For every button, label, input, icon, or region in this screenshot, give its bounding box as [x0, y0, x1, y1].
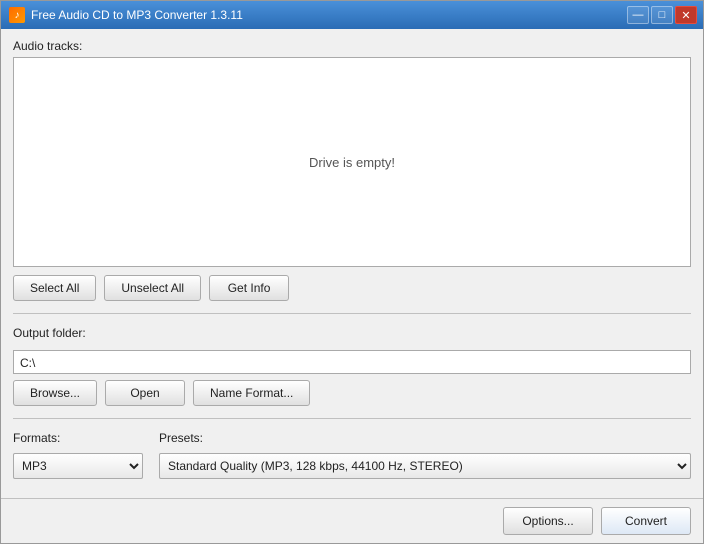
tracks-list: Drive is empty!: [13, 57, 691, 267]
formats-label: Formats:: [13, 431, 143, 445]
window-title: Free Audio CD to MP3 Converter 1.3.11: [31, 8, 243, 22]
name-format-button[interactable]: Name Format...: [193, 380, 310, 406]
presets-label: Presets:: [159, 431, 691, 445]
maximize-button[interactable]: □: [651, 6, 673, 24]
output-buttons: Browse... Open Name Format...: [13, 380, 691, 406]
formats-group: Formats: MP3 WAV OGG FLAC WMA: [13, 431, 143, 479]
formats-select[interactable]: MP3 WAV OGG FLAC WMA: [13, 453, 143, 479]
divider-2: [13, 418, 691, 419]
convert-button[interactable]: Convert: [601, 507, 691, 535]
empty-message: Drive is empty!: [309, 155, 395, 170]
get-info-button[interactable]: Get Info: [209, 275, 289, 301]
output-path-display: C:\: [13, 350, 691, 374]
options-button[interactable]: Options...: [503, 507, 593, 535]
tracks-buttons: Select All Unselect All Get Info: [13, 275, 691, 301]
minimize-button[interactable]: —: [627, 6, 649, 24]
app-icon: ♪: [9, 7, 25, 23]
title-bar-left: ♪ Free Audio CD to MP3 Converter 1.3.11: [9, 7, 243, 23]
window-controls: — □ ✕: [627, 6, 697, 24]
output-label: Output folder:: [13, 326, 691, 340]
main-window: ♪ Free Audio CD to MP3 Converter 1.3.11 …: [0, 0, 704, 544]
browse-button[interactable]: Browse...: [13, 380, 97, 406]
tracks-label: Audio tracks:: [13, 39, 691, 53]
presets-select[interactable]: Standard Quality (MP3, 128 kbps, 44100 H…: [159, 453, 691, 479]
presets-group: Presets: Standard Quality (MP3, 128 kbps…: [159, 431, 691, 479]
select-all-button[interactable]: Select All: [13, 275, 96, 301]
main-content: Audio tracks: Drive is empty! Select All…: [1, 29, 703, 498]
tracks-section: Audio tracks: Drive is empty! Select All…: [13, 39, 691, 301]
divider-1: [13, 313, 691, 314]
bottom-bar: Options... Convert: [1, 498, 703, 543]
formats-presets-section: Formats: MP3 WAV OGG FLAC WMA Presets: S…: [13, 431, 691, 479]
close-button[interactable]: ✕: [675, 6, 697, 24]
unselect-all-button[interactable]: Unselect All: [104, 275, 201, 301]
open-button[interactable]: Open: [105, 380, 185, 406]
title-bar: ♪ Free Audio CD to MP3 Converter 1.3.11 …: [1, 1, 703, 29]
output-section: Output folder: C:\ Browse... Open Name F…: [13, 326, 691, 406]
